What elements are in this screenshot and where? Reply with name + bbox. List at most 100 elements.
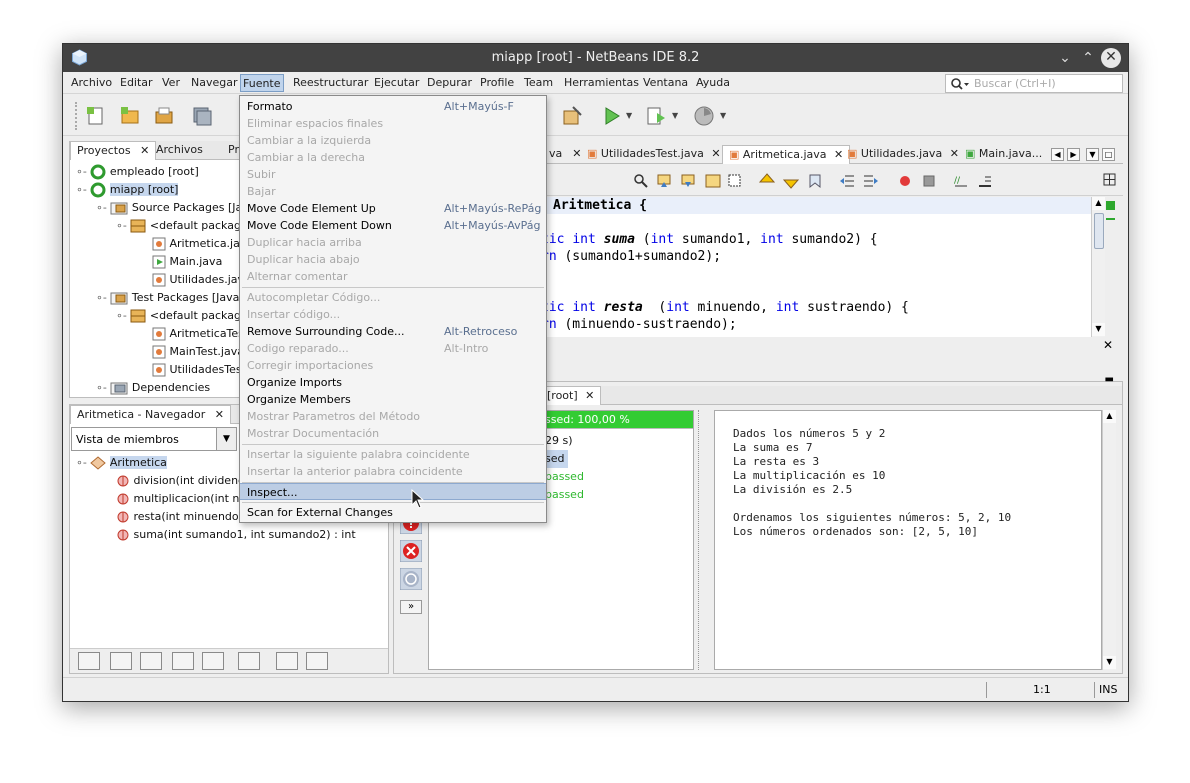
expand-handle-icon[interactable]: ∘- [96,201,107,214]
test-suite-row[interactable]: sed [545,450,569,468]
navigator-member[interactable]: suma(int sumando1, int sumando2) : int [116,526,356,544]
menu-item-remove-surrounding[interactable]: Remove Surrounding Code... Alt-Retroceso [240,323,546,340]
editor-tab-utilidadestest[interactable]: ▣ UtilidadesTest.java ✕ [581,145,727,164]
close-icon[interactable]: ✕ [711,147,720,160]
menu-item-inspect[interactable]: Inspect... [240,483,546,500]
navigator-class-node[interactable]: ∘- Aritmetica [76,454,167,472]
debug-dropdown-icon[interactable]: ▼ [672,111,678,120]
navigator-member[interactable]: multiplicacion(int num [116,490,257,508]
close-icon[interactable]: ✕ [950,147,959,160]
tree-node-file[interactable]: UtilidadesTes [152,361,242,379]
chevron-down-icon[interactable]: ▼ [216,428,236,450]
minimize-icon[interactable]: ⌄ [1055,48,1075,68]
tree-node-file[interactable]: MainTest.java [152,343,244,361]
menu-team[interactable]: Team [522,74,555,92]
run-project-icon[interactable] [601,105,623,127]
sort-by-source-icon[interactable] [306,652,328,670]
show-inherited-icon[interactable] [78,652,100,670]
expand-handle-icon[interactable]: ∘- [96,381,107,394]
menu-item-formato[interactable]: Formato Alt+Mayús-F [240,98,546,115]
tree-node-test-packages[interactable]: ∘- Test Packages [Java [96,289,239,307]
show-fields-icon[interactable] [110,652,132,670]
tree-node-dependencies[interactable]: ∘- Dependencies [96,379,210,397]
navigator-member[interactable]: division(int dividendo, [116,472,255,490]
split-window-icon[interactable] [1103,173,1117,187]
editor-tab-utilidades[interactable]: ▣ Utilidades.java ✕ [841,145,965,164]
tab-navigator[interactable]: Aritmetica - Navegador ✕ [70,405,231,424]
insert-mode[interactable]: INS [1099,683,1117,696]
profile-project-icon[interactable] [693,105,715,127]
menu-reestructurar[interactable]: Reestructurar [291,74,370,92]
scroll-tabs-left-icon[interactable]: ◀ [1051,148,1064,161]
shift-left-icon[interactable] [839,173,855,189]
tree-node-miapp[interactable]: ∘- miapp [root] [76,181,179,199]
expand-handle-icon[interactable]: ∘- [76,183,87,196]
navigator-filter-select[interactable]: Vista de miembros ▼ [71,427,237,451]
close-icon[interactable]: ✕ [1103,338,1113,352]
find-icon[interactable] [633,173,649,189]
previous-bookmark-icon[interactable] [759,173,775,189]
close-icon[interactable]: ✕ [140,144,149,157]
scroll-down-icon[interactable]: ▼ [1103,656,1116,669]
caret-position[interactable]: 1:1 [1033,683,1051,696]
menu-ayuda[interactable]: Ayuda [694,74,732,92]
stop-macro-recording-icon[interactable] [921,173,937,189]
more-buttons[interactable]: » [400,600,422,614]
new-project-icon[interactable] [119,105,141,127]
tab-archivos[interactable]: Archivos [150,141,209,160]
tree-node-file[interactable]: Main.java [152,253,222,271]
code-editor[interactable]: Aritmetica { tic int suma (int sumando1,… [541,197,1105,337]
uncomment-icon[interactable] [977,173,993,189]
shift-right-icon[interactable] [863,173,879,189]
show-inner-classes-icon[interactable] [202,652,224,670]
find-next-icon[interactable] [681,173,697,189]
next-bookmark-icon[interactable] [783,173,799,189]
show-fqn-icon[interactable] [238,652,260,670]
editor-scrollbar[interactable]: ▲ ▼ [1091,197,1105,337]
tab-test-results[interactable]: [root] ✕ [540,386,602,405]
menu-ver[interactable]: Ver [160,74,182,92]
start-macro-recording-icon[interactable] [897,173,913,189]
tab-proyectos[interactable]: Proyectos ✕ [70,141,157,160]
open-project-icon[interactable] [153,105,175,127]
show-nonpublic-icon[interactable] [172,652,194,670]
menu-ejecutar[interactable]: Ejecutar [372,74,421,92]
maximize-window-icon[interactable]: □ [1102,148,1115,161]
clean-build-icon[interactable] [561,105,583,127]
navigator-member[interactable]: resta(int minuendo, in [116,508,256,526]
menu-ventana[interactable]: Ventana [641,74,690,92]
quick-search-box[interactable]: Buscar (Ctrl+I) [945,74,1123,93]
menu-item-scan-external[interactable]: Scan for External Changes [240,504,546,521]
menu-item-organize-imports[interactable]: Organize Imports [240,374,546,391]
scroll-up-icon[interactable]: ▲ [1092,197,1105,210]
menu-profile[interactable]: Profile [478,74,516,92]
find-selection-icon[interactable] [705,173,721,189]
expand-handle-icon[interactable]: ∘- [116,309,127,322]
save-all-icon[interactable] [191,105,213,127]
menu-fuente[interactable]: Fuente [240,74,284,92]
editor-tab-main[interactable]: ▣ Main.java... [959,145,1048,164]
expand-handle-icon[interactable]: ∘- [76,456,87,469]
split-divider[interactable] [698,410,704,670]
menu-item-move-up[interactable]: Move Code Element Up Alt+Mayús-RePág [240,200,546,217]
menu-item-organize-members[interactable]: Organize Members [240,391,546,408]
scroll-down-icon[interactable]: ▼ [1092,323,1105,336]
show-opened-documents-icon[interactable]: ▼ [1086,148,1099,161]
find-previous-icon[interactable] [657,173,673,189]
scroll-tabs-right-icon[interactable]: ▶ [1067,148,1080,161]
maximize-icon[interactable]: ⌃ [1078,48,1098,68]
tree-node-empleado[interactable]: ∘- empleado [root] [76,163,199,181]
expand-handle-icon[interactable]: ∘- [116,219,127,232]
profile-dropdown-icon[interactable]: ▼ [720,111,726,120]
show-aborted-button[interactable] [399,567,423,591]
menu-archivo[interactable]: Archivo [69,74,114,92]
tree-node-file[interactable]: Aritmetica.jav [152,235,246,253]
tree-node-file[interactable]: Utilidades.jav [152,271,244,289]
menu-item-move-down[interactable]: Move Code Element Down Alt+Mayús-AvPág [240,217,546,234]
new-file-icon[interactable] [85,105,107,127]
show-failures-button[interactable] [399,539,423,563]
close-icon[interactable]: ✕ [215,408,224,421]
output-pane[interactable]: Dados los números 5 y 2 La suma es 7 La … [714,410,1102,670]
show-static-icon[interactable] [140,652,162,670]
debug-project-icon[interactable] [645,105,667,127]
